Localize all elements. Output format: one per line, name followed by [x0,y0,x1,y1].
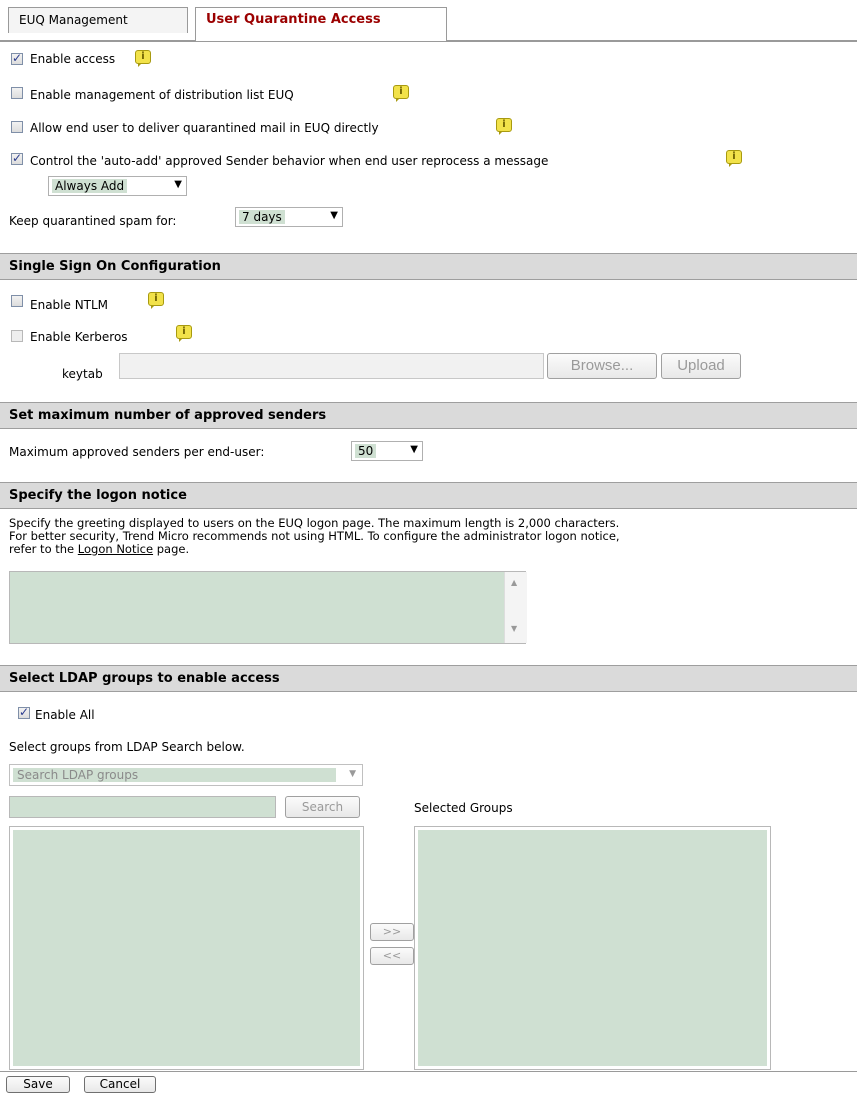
info-icon[interactable]: i [726,150,742,167]
enable-all-label: Enable All [35,708,95,722]
keep-spam-value: 7 days [239,210,285,224]
logon-notice-scrollbar[interactable]: ▲ ▼ [504,572,527,643]
tab-user-quarantine-access[interactable]: User Quarantine Access [195,7,447,41]
selected-groups-list[interactable] [414,826,771,1070]
section-header-logon-notice: Specify the logon notice [0,482,857,509]
enable-ntlm-checkbox[interactable] [11,295,23,307]
remove-group-button[interactable]: << [370,947,414,965]
chevron-down-icon: ▼ [174,179,182,190]
search-button[interactable]: Search [285,796,360,818]
section-header-sso: Single Sign On Configuration [0,253,857,280]
control-auto-add-checkbox[interactable] [11,151,23,165]
logon-desc-line1: Specify the greeting displayed to users … [9,516,620,530]
info-icon[interactable]: i [135,50,151,67]
control-auto-add-label: Control the 'auto-add' approved Sender b… [30,154,549,168]
chevron-down-icon: ▼ [410,444,418,455]
info-icon[interactable]: i [176,325,192,342]
max-senders-label: Maximum approved senders per end-user: [9,445,265,459]
enable-access-checkbox[interactable] [11,51,23,65]
tab-bar: EUQ Management User Quarantine Access [0,0,857,42]
allow-deliver-label: Allow end user to deliver quarantined ma… [30,121,379,135]
enable-kerberos-checkbox[interactable] [11,330,23,342]
scroll-down-icon[interactable]: ▼ [511,624,517,633]
max-senders-value: 50 [355,444,377,458]
logon-desc-line3: refer to the Logon Notice page. [9,542,190,556]
keytab-label: keytab [62,367,103,381]
keytab-file-input[interactable] [119,353,544,379]
chevron-down-icon: ▼ [330,210,338,221]
section-header-max-senders: Set maximum number of approved senders [0,402,857,429]
logon-desc-line2: For better security, Trend Micro recomme… [9,529,620,543]
save-button[interactable]: Save [6,1076,70,1093]
max-senders-select[interactable]: 50 ▼ [351,441,423,461]
logon-notice-textarea[interactable] [9,571,526,644]
enable-all-checkbox[interactable] [18,705,30,719]
allow-deliver-checkbox[interactable] [11,121,23,133]
chevron-down-icon: ▼ [349,769,356,779]
enable-kerberos-label: Enable Kerberos [30,330,128,344]
cancel-button[interactable]: Cancel [84,1076,156,1093]
browse-button[interactable]: Browse... [547,353,657,379]
info-icon[interactable]: i [496,118,512,135]
enable-dist-list-checkbox[interactable] [11,87,23,99]
scroll-up-icon[interactable]: ▲ [511,578,517,587]
add-group-button[interactable]: >> [370,923,414,941]
keep-spam-select[interactable]: 7 days ▼ [235,207,343,227]
section-header-ldap: Select LDAP groups to enable access [0,665,857,692]
upload-button[interactable]: Upload [661,353,741,379]
tab-euq-management[interactable]: EUQ Management [8,7,188,33]
keep-spam-label: Keep quarantined spam for: [9,214,177,228]
info-icon[interactable]: i [148,292,164,309]
enable-ntlm-label: Enable NTLM [30,298,109,312]
info-icon[interactable]: i [393,85,409,102]
ldap-search-dropdown[interactable]: Search LDAP groups ▼ [9,764,363,786]
selected-groups-label: Selected Groups [414,801,513,815]
auto-add-select[interactable]: Always Add ▼ [48,176,187,196]
enable-dist-list-label: Enable management of distribution list E… [30,88,294,102]
logon-notice-link[interactable]: Logon Notice [78,542,153,556]
select-groups-hint: Select groups from LDAP Search below. [9,740,245,754]
auto-add-value: Always Add [52,179,128,193]
ldap-search-dropdown-value: Search LDAP groups [13,768,336,782]
enable-access-label: Enable access [30,52,116,66]
ldap-search-input[interactable] [9,796,276,818]
ldap-results-list[interactable] [9,826,364,1070]
footer-divider [0,1071,857,1072]
